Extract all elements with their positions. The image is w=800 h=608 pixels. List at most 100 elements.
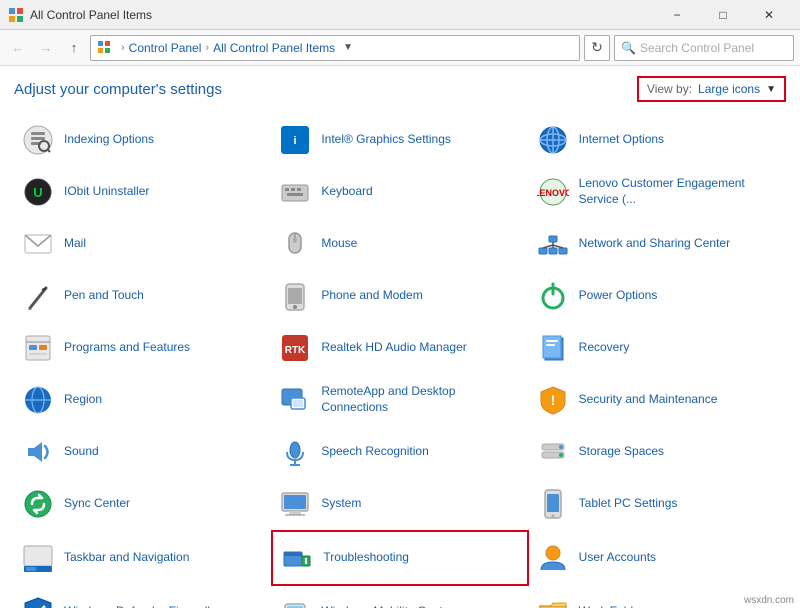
restore-button[interactable]: □	[700, 0, 746, 30]
keyboard-label[interactable]: Keyboard	[321, 184, 372, 200]
windows-mobility-label[interactable]: Windows Mobility Center	[321, 604, 453, 608]
iobit-uninstaller-icon: U	[20, 174, 56, 210]
grid-item-storage-spaces[interactable]: Storage Spaces	[529, 426, 786, 478]
indexing-options-icon	[20, 122, 56, 158]
grid-item-programs-features[interactable]: Programs and Features	[14, 322, 271, 374]
remoteapp-label[interactable]: RemoteApp and Desktop Connections	[321, 384, 522, 415]
user-accounts-label[interactable]: User Accounts	[579, 550, 656, 566]
realtek-audio-label[interactable]: Realtek HD Audio Manager	[321, 340, 466, 356]
viewby-arrow-icon: ▼	[766, 84, 776, 95]
grid-item-recovery[interactable]: Recovery	[529, 322, 786, 374]
forward-button[interactable]: →	[34, 36, 58, 60]
power-options-icon	[535, 278, 571, 314]
grid-item-network-sharing[interactable]: Network and Sharing Center	[529, 218, 786, 270]
watermark: wsxdn.com	[744, 595, 794, 606]
taskbar-navigation-label[interactable]: Taskbar and Navigation	[64, 550, 189, 566]
grid-item-sync-center[interactable]: Sync Center	[14, 478, 271, 530]
mouse-label[interactable]: Mouse	[321, 236, 357, 252]
grid-item-intel-graphics[interactable]: iIntel® Graphics Settings	[271, 114, 528, 166]
refresh-button[interactable]: ↻	[584, 35, 610, 61]
storage-spaces-label[interactable]: Storage Spaces	[579, 444, 664, 460]
sound-label[interactable]: Sound	[64, 444, 99, 460]
grid-item-lenovo-customer[interactable]: LENOVOLenovo Customer Engagement Service…	[529, 166, 786, 218]
windows-defender-label[interactable]: Windows Defender Firewall	[64, 604, 210, 608]
mail-icon	[20, 226, 56, 262]
programs-features-label[interactable]: Programs and Features	[64, 340, 190, 356]
breadcrumb: › Control Panel › All Control Panel Item…	[97, 40, 573, 56]
grid-item-taskbar-navigation[interactable]: Taskbar and Navigation	[14, 530, 271, 586]
user-accounts-icon	[535, 540, 571, 576]
up-button[interactable]: ↑	[62, 36, 86, 60]
work-folders-label[interactable]: Work Folders	[579, 604, 650, 608]
tablet-pc-settings-label[interactable]: Tablet PC Settings	[579, 496, 678, 512]
iobit-uninstaller-label[interactable]: IObit Uninstaller	[64, 184, 149, 200]
content-header: Adjust your computer's settings View by:…	[14, 76, 786, 102]
grid-item-sound[interactable]: Sound	[14, 426, 271, 478]
grid-item-system[interactable]: System	[271, 478, 528, 530]
grid-item-windows-defender[interactable]: Windows Defender Firewall	[14, 586, 271, 608]
grid-item-speech-recognition[interactable]: Speech Recognition	[271, 426, 528, 478]
network-sharing-icon	[535, 226, 571, 262]
taskbar-navigation-icon	[20, 540, 56, 576]
indexing-options-label[interactable]: Indexing Options	[64, 132, 154, 148]
speech-recognition-label[interactable]: Speech Recognition	[321, 444, 428, 460]
breadcrumb-control-panel[interactable]: Control Panel	[129, 41, 202, 55]
grid-item-power-options[interactable]: Power Options	[529, 270, 786, 322]
grid-item-remoteapp[interactable]: RemoteApp and Desktop Connections	[271, 374, 528, 426]
grid-item-iobit-uninstaller[interactable]: U IObit Uninstaller	[14, 166, 271, 218]
addressbar: ← → ↑ › Control Panel › All Control Pane…	[0, 30, 800, 66]
titlebar: All Control Panel Items − □ ✕	[0, 0, 800, 30]
grid-item-pen-touch[interactable]: Pen and Touch	[14, 270, 271, 322]
grid-item-internet-options[interactable]: Internet Options	[529, 114, 786, 166]
page-title: Adjust your computer's settings	[14, 81, 222, 98]
address-box[interactable]: › Control Panel › All Control Panel Item…	[90, 35, 580, 61]
remoteapp-icon	[277, 382, 313, 418]
grid-item-tablet-pc-settings[interactable]: Tablet PC Settings	[529, 478, 786, 530]
grid-item-indexing-options[interactable]: Indexing Options	[14, 114, 271, 166]
pen-touch-label[interactable]: Pen and Touch	[64, 288, 144, 304]
breadcrumb-all-items[interactable]: All Control Panel Items	[213, 41, 335, 55]
programs-features-icon	[20, 330, 56, 366]
mail-label[interactable]: Mail	[64, 236, 86, 252]
recovery-label[interactable]: Recovery	[579, 340, 630, 356]
region-label[interactable]: Region	[64, 392, 102, 408]
svg-text:U: U	[33, 185, 42, 200]
lenovo-customer-label[interactable]: Lenovo Customer Engagement Service (...	[579, 176, 780, 207]
grid-item-windows-mobility[interactable]: Windows Mobility Center	[271, 586, 528, 608]
viewby-selector[interactable]: View by: Large icons ▼	[637, 76, 786, 102]
svg-text:!: !	[550, 392, 555, 408]
phone-modem-label[interactable]: Phone and Modem	[321, 288, 422, 304]
viewby-label: View by:	[647, 82, 692, 96]
grid-item-mail[interactable]: Mail	[14, 218, 271, 270]
speech-recognition-icon	[277, 434, 313, 470]
network-sharing-label[interactable]: Network and Sharing Center	[579, 236, 730, 252]
internet-options-label[interactable]: Internet Options	[579, 132, 664, 148]
grid-item-security-maintenance[interactable]: ! Security and Maintenance	[529, 374, 786, 426]
region-icon	[20, 382, 56, 418]
grid-item-realtek-audio[interactable]: RTK Realtek HD Audio Manager	[271, 322, 528, 374]
security-maintenance-label[interactable]: Security and Maintenance	[579, 392, 718, 408]
breadcrumb-dropdown[interactable]: ▼	[343, 42, 353, 53]
close-button[interactable]: ✕	[746, 0, 792, 30]
main-area: Adjust your computer's settings View by:…	[0, 66, 800, 608]
grid-item-mouse[interactable]: Mouse	[271, 218, 528, 270]
search-placeholder: Search Control Panel	[640, 41, 754, 55]
minimize-button[interactable]: −	[654, 0, 700, 30]
grid-item-user-accounts[interactable]: User Accounts	[529, 530, 786, 586]
sync-center-icon	[20, 486, 56, 522]
back-button[interactable]: ←	[6, 36, 30, 60]
sound-icon	[20, 434, 56, 470]
system-icon	[277, 486, 313, 522]
troubleshooting-label[interactable]: Troubleshooting	[323, 550, 409, 566]
search-box[interactable]: 🔍 Search Control Panel	[614, 35, 794, 61]
power-options-label[interactable]: Power Options	[579, 288, 658, 304]
sync-center-label[interactable]: Sync Center	[64, 496, 130, 512]
window-title: All Control Panel Items	[30, 8, 654, 22]
system-label[interactable]: System	[321, 496, 361, 512]
grid-item-phone-modem[interactable]: Phone and Modem	[271, 270, 528, 322]
grid-item-region[interactable]: Region	[14, 374, 271, 426]
grid-item-troubleshooting[interactable]: Troubleshooting	[271, 530, 528, 586]
intel-graphics-label[interactable]: Intel® Graphics Settings	[321, 132, 451, 148]
realtek-audio-icon: RTK	[277, 330, 313, 366]
grid-item-keyboard[interactable]: Keyboard	[271, 166, 528, 218]
